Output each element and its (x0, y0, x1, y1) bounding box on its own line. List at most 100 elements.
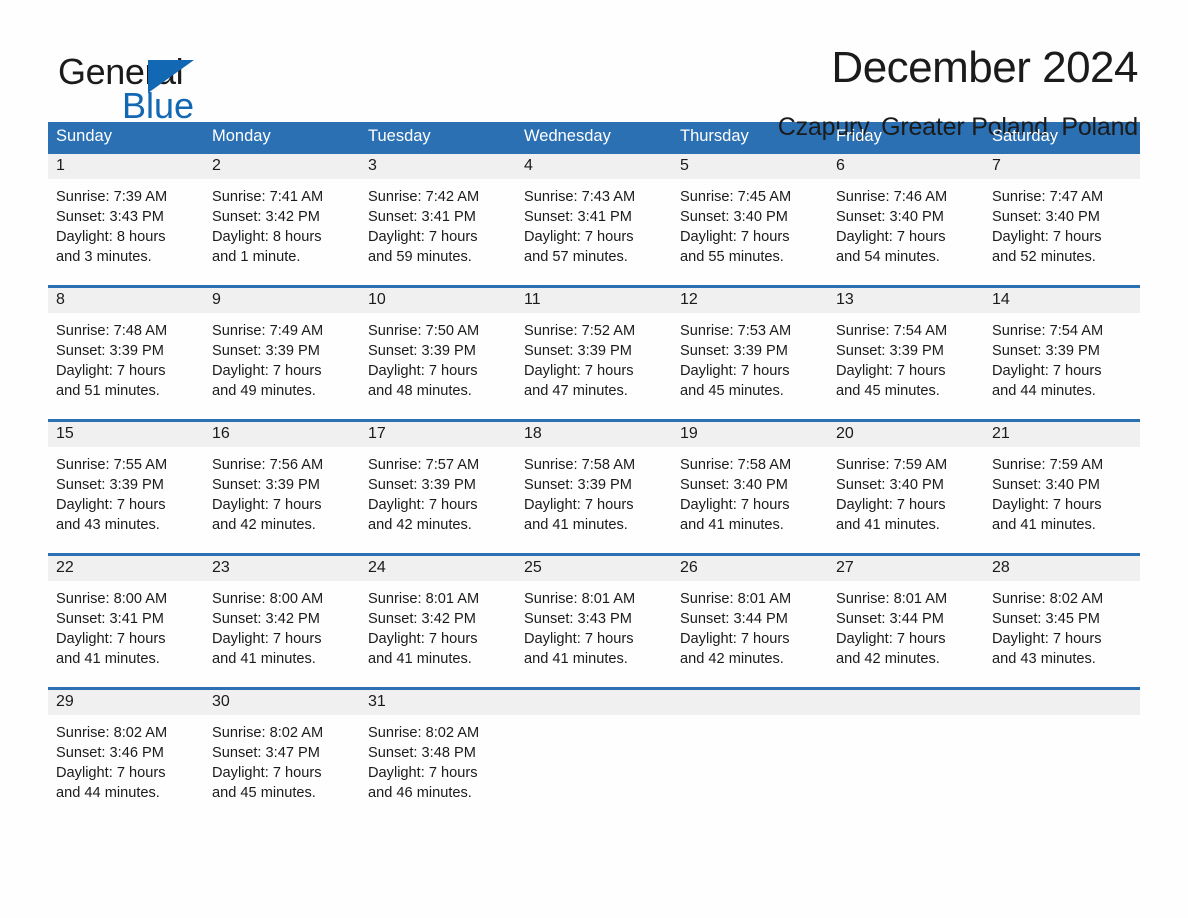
calendar-day-cell[interactable]: 7 Sunrise: 7:47 AM Sunset: 3:40 PM Daylight… (984, 154, 1140, 285)
daylight-duration-line2: and 42 minutes. (368, 517, 472, 533)
day-details: Sunrise: 7:41 AM Sunset: 3:42 PM Daylight:… (204, 179, 360, 267)
daylight-duration-line1: Daylight: 7 hours (992, 363, 1102, 379)
day-number: 13 (828, 288, 984, 313)
calendar-day-cell[interactable]: 18 Sunrise: 7:58 AM Sunset: 3:39 PM Dayligh… (516, 422, 672, 553)
logo-text-blue: Blue (122, 85, 195, 126)
daylight-duration-line1: Daylight: 7 hours (680, 631, 790, 647)
day-details: Sunrise: 7:47 AM Sunset: 3:40 PM Daylight:… (984, 179, 1140, 267)
calendar-day-cell[interactable]: 31 Sunrise: 8:02 AM Sunset: 3:48 PM Dayligh… (360, 690, 516, 821)
day-number: 26 (672, 556, 828, 581)
calendar-day-cell[interactable]: 10 Sunrise: 7:50 AM Sunset: 3:39 PM Dayligh… (360, 288, 516, 419)
daylight-duration-line2: and 42 minutes. (680, 651, 784, 667)
sunrise-time: Sunrise: 7:47 AM (992, 189, 1104, 205)
daylight-duration-line1: Daylight: 7 hours (680, 497, 790, 513)
calendar-day-cell[interactable]: 15 Sunrise: 7:55 AM Sunset: 3:39 PM Dayligh… (48, 422, 204, 553)
day-number: 1 (48, 154, 204, 179)
calendar-week-row: 15 Sunrise: 7:55 AM Sunset: 3:39 PM Dayligh… (48, 419, 1140, 553)
calendar-day-cell[interactable]: 29 Sunrise: 8:02 AM Sunset: 3:46 PM Dayligh… (48, 690, 204, 821)
sunset-time: Sunset: 3:40 PM (836, 209, 944, 225)
calendar-day-cell[interactable]: 26 Sunrise: 8:01 AM Sunset: 3:44 PM Dayligh… (672, 556, 828, 687)
sunset-time: Sunset: 3:44 PM (680, 611, 788, 627)
day-number: 6 (828, 154, 984, 179)
day-number: 3 (360, 154, 516, 179)
sunset-time: Sunset: 3:41 PM (524, 209, 632, 225)
calendar-week-row: 8 Sunrise: 7:48 AM Sunset: 3:39 PM Daylight… (48, 285, 1140, 419)
sunrise-time: Sunrise: 7:57 AM (368, 457, 480, 473)
calendar-day-cell[interactable]: 8 Sunrise: 7:48 AM Sunset: 3:39 PM Daylight… (48, 288, 204, 419)
daylight-duration-line1: Daylight: 7 hours (836, 229, 946, 245)
daylight-duration-line1: Daylight: 7 hours (56, 765, 166, 781)
sunset-time: Sunset: 3:46 PM (56, 745, 164, 761)
sunset-time: Sunset: 3:41 PM (56, 611, 164, 627)
day-number: 29 (48, 690, 204, 715)
calendar-day-cell[interactable]: 19 Sunrise: 7:58 AM Sunset: 3:40 PM Dayligh… (672, 422, 828, 553)
calendar-day-cell[interactable]: 21 Sunrise: 7:59 AM Sunset: 3:40 PM Dayligh… (984, 422, 1140, 553)
daylight-duration-line2: and 57 minutes. (524, 249, 628, 265)
calendar-day-cell-empty (984, 690, 1140, 821)
daylight-duration-line1: Daylight: 7 hours (680, 229, 790, 245)
daylight-duration-line1: Daylight: 7 hours (56, 631, 166, 647)
day-details: Sunrise: 7:39 AM Sunset: 3:43 PM Daylight:… (48, 179, 204, 267)
daylight-duration-line2: and 42 minutes. (836, 651, 940, 667)
calendar-day-cell[interactable]: 12 Sunrise: 7:53 AM Sunset: 3:39 PM Dayligh… (672, 288, 828, 419)
calendar-day-cell[interactable]: 23 Sunrise: 8:00 AM Sunset: 3:42 PM Dayligh… (204, 556, 360, 687)
calendar-day-cell[interactable]: 2 Sunrise: 7:41 AM Sunset: 3:42 PM Daylight… (204, 154, 360, 285)
day-details: Sunrise: 8:02 AM Sunset: 3:46 PM Daylight:… (48, 715, 204, 803)
daylight-duration-line2: and 42 minutes. (212, 517, 316, 533)
day-details: Sunrise: 8:01 AM Sunset: 3:44 PM Daylight:… (828, 581, 984, 669)
day-details: Sunrise: 7:50 AM Sunset: 3:39 PM Daylight:… (360, 313, 516, 401)
weekday-header-saturday: Saturday (992, 127, 1059, 145)
weekday-header-sunday: Sunday (56, 127, 112, 145)
day-number: 25 (516, 556, 672, 581)
day-details: Sunrise: 8:02 AM Sunset: 3:47 PM Daylight:… (204, 715, 360, 803)
daylight-duration-line2: and 46 minutes. (368, 785, 472, 801)
sunrise-time: Sunrise: 8:02 AM (212, 725, 324, 741)
calendar-day-cell[interactable]: 1 Sunrise: 7:39 AM Sunset: 3:43 PM Daylight… (48, 154, 204, 285)
daylight-duration-line1: Daylight: 7 hours (212, 765, 322, 781)
calendar-day-cell[interactable]: 6 Sunrise: 7:46 AM Sunset: 3:40 PM Daylight… (828, 154, 984, 285)
calendar-day-cell[interactable]: 22 Sunrise: 8:00 AM Sunset: 3:41 PM Dayligh… (48, 556, 204, 687)
sunset-time: Sunset: 3:39 PM (56, 343, 164, 359)
calendar-day-cell[interactable]: 20 Sunrise: 7:59 AM Sunset: 3:40 PM Dayligh… (828, 422, 984, 553)
calendar-day-cell[interactable]: 27 Sunrise: 8:01 AM Sunset: 3:44 PM Dayligh… (828, 556, 984, 687)
sunset-time: Sunset: 3:39 PM (836, 343, 944, 359)
daylight-duration-line1: Daylight: 7 hours (836, 497, 946, 513)
daylight-duration-line1: Daylight: 7 hours (836, 631, 946, 647)
daylight-duration-line1: Daylight: 7 hours (680, 363, 790, 379)
sunrise-time: Sunrise: 7:43 AM (524, 189, 636, 205)
sunrise-time: Sunrise: 7:42 AM (368, 189, 480, 205)
calendar-day-cell[interactable]: 13 Sunrise: 7:54 AM Sunset: 3:39 PM Dayligh… (828, 288, 984, 419)
daylight-duration-line2: and 48 minutes. (368, 383, 472, 399)
day-details: Sunrise: 7:48 AM Sunset: 3:39 PM Daylight:… (48, 313, 204, 401)
sunset-time: Sunset: 3:39 PM (368, 343, 476, 359)
generalblue-logo[interactable]: General Blue (48, 46, 278, 124)
calendar-day-cell[interactable]: 3 Sunrise: 7:42 AM Sunset: 3:41 PM Daylight… (360, 154, 516, 285)
daylight-duration-line1: Daylight: 7 hours (524, 497, 634, 513)
day-details: Sunrise: 7:42 AM Sunset: 3:41 PM Daylight:… (360, 179, 516, 267)
calendar-day-cell-empty (516, 690, 672, 821)
daylight-duration-line1: Daylight: 7 hours (524, 631, 634, 647)
calendar-day-cell[interactable]: 14 Sunrise: 7:54 AM Sunset: 3:39 PM Dayligh… (984, 288, 1140, 419)
calendar-day-cell[interactable]: 4 Sunrise: 7:43 AM Sunset: 3:41 PM Daylight… (516, 154, 672, 285)
calendar-day-cell[interactable]: 5 Sunrise: 7:45 AM Sunset: 3:40 PM Daylight… (672, 154, 828, 285)
daylight-duration-line2: and 41 minutes. (836, 517, 940, 533)
page-header: General Blue December 2024 Czapury, Grea… (48, 0, 1140, 142)
daylight-duration-line2: and 41 minutes. (680, 517, 784, 533)
calendar-day-cell[interactable]: 25 Sunrise: 8:01 AM Sunset: 3:43 PM Dayligh… (516, 556, 672, 687)
day-number (828, 690, 984, 715)
sunrise-time: Sunrise: 8:01 AM (680, 591, 792, 607)
calendar-day-cell[interactable]: 24 Sunrise: 8:01 AM Sunset: 3:42 PM Dayligh… (360, 556, 516, 687)
calendar-day-cell[interactable]: 30 Sunrise: 8:02 AM Sunset: 3:47 PM Dayligh… (204, 690, 360, 821)
sunrise-time: Sunrise: 7:59 AM (836, 457, 948, 473)
day-number: 8 (48, 288, 204, 313)
sunset-time: Sunset: 3:43 PM (56, 209, 164, 225)
calendar-day-cell-empty (828, 690, 984, 821)
calendar-day-cell[interactable]: 28 Sunrise: 8:02 AM Sunset: 3:45 PM Dayligh… (984, 556, 1140, 687)
daylight-duration-line2: and 47 minutes. (524, 383, 628, 399)
calendar-day-cell[interactable]: 11 Sunrise: 7:52 AM Sunset: 3:39 PM Dayligh… (516, 288, 672, 419)
sunset-time: Sunset: 3:39 PM (680, 343, 788, 359)
sunrise-time: Sunrise: 8:01 AM (836, 591, 948, 607)
calendar-day-cell[interactable]: 16 Sunrise: 7:56 AM Sunset: 3:39 PM Dayligh… (204, 422, 360, 553)
calendar-day-cell[interactable]: 17 Sunrise: 7:57 AM Sunset: 3:39 PM Dayligh… (360, 422, 516, 553)
calendar-day-cell[interactable]: 9 Sunrise: 7:49 AM Sunset: 3:39 PM Daylight… (204, 288, 360, 419)
